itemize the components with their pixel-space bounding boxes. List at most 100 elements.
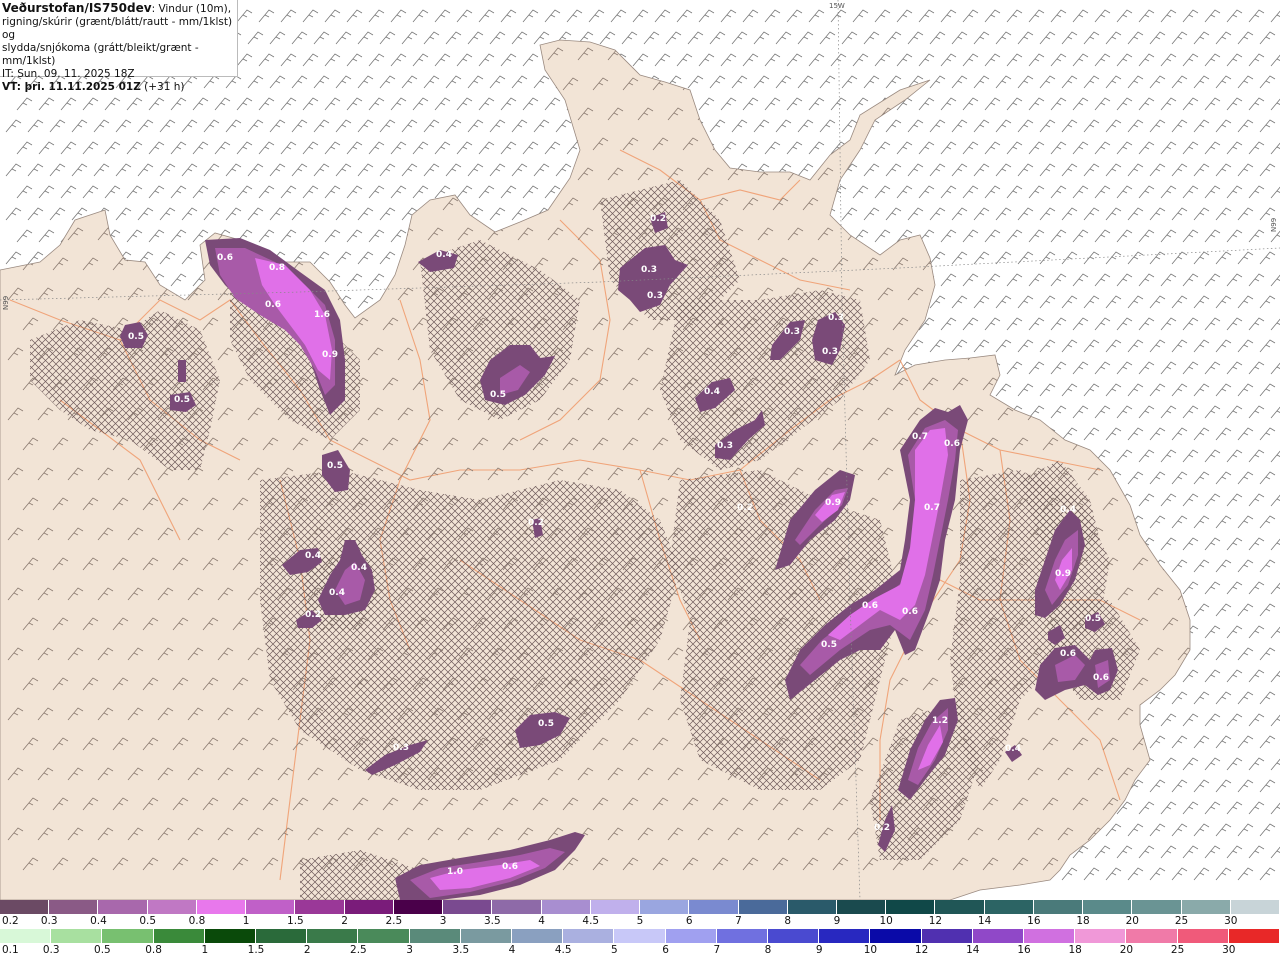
legend-swatch [921, 929, 973, 943]
legend-swatch [1132, 900, 1182, 914]
model-title: Veðurstofan/IS750dev [2, 1, 152, 15]
precip-value-label: 0.6 [502, 862, 518, 872]
weather-map: 0.6 0.8 0.6 1.6 0.9 0.5 0.5 0.4 0.2 0.3 0.3 0.5 0.3 0… [0, 0, 1280, 900]
precip-value-label: 0.9 [825, 498, 841, 508]
legend-swatch [819, 929, 871, 943]
legend-swatch [886, 900, 936, 914]
legend-label: 12 [914, 944, 929, 956]
precip-value-label: 0.4 [329, 588, 345, 598]
legend-swatch [716, 929, 769, 943]
legend-label: 6 [662, 944, 669, 956]
precip-value-label: 1.0 [447, 867, 463, 877]
legend-label: 4.5 [582, 915, 600, 927]
legend-label: 18 [1076, 915, 1090, 927]
legend-swatch [102, 929, 154, 943]
precip-value-label: 1.6 [314, 310, 330, 320]
legend-label: 20 [1125, 915, 1139, 927]
legend-label: 14 [977, 915, 992, 927]
legend-swatch [541, 900, 591, 914]
legend-swatch [590, 900, 641, 914]
legend-swatch [295, 900, 345, 914]
legend-label: 30 [1222, 944, 1236, 956]
legend-swatch [246, 900, 296, 914]
legend-label: 1.5 [287, 915, 304, 927]
legend-swatch [738, 900, 788, 914]
legend-label: 6 [685, 915, 693, 927]
legend-label: 2.5 [350, 944, 367, 956]
legend-label: 3.5 [452, 944, 470, 956]
legend-swatch [1024, 929, 1076, 943]
precip-value-label: 0.6 [1093, 673, 1109, 683]
precip-value-label: 0.6 [1060, 649, 1076, 659]
precip-value-label: 0.3 [822, 347, 838, 357]
precip-value-label: 0.3 [828, 313, 844, 323]
valid-label: VT: [2, 81, 21, 93]
precip-value-label: 0.3 [717, 441, 733, 451]
legend-label: 30 [1224, 915, 1238, 927]
legend-label: 0.1 [2, 944, 19, 956]
legend-swatch [836, 900, 887, 914]
legend-label: 4.5 [554, 944, 572, 956]
legend-swatch [1228, 929, 1280, 943]
precip-value-label: 0.6 [265, 300, 281, 310]
legend-swatch [492, 900, 542, 914]
legend-rain-swatches [0, 929, 1280, 943]
legend-swatch [307, 929, 359, 943]
legend-label: 3 [406, 944, 413, 956]
legend-swatch [512, 929, 564, 943]
legend-label: 1.5 [247, 944, 265, 956]
legend-rain: 0.1 0.3 0.5 0.8 1 1.5 2 2.5 3 3.5 4 4.5 5 6 7 8 9 10 12 14 1… [0, 929, 1280, 957]
legend-label: 25 [1170, 944, 1185, 956]
legend-label: 7 [713, 944, 721, 956]
legend-swatch [153, 929, 205, 943]
legend-swatch [665, 929, 717, 943]
legend-label: 1 [201, 944, 209, 956]
lead-time: (+31 h) [140, 81, 185, 93]
precip-value-label: 0.3 [641, 265, 657, 275]
legend-swatch [98, 900, 148, 914]
legend-swatch [49, 900, 99, 914]
legend-swatch [614, 929, 666, 943]
legend-label: 10 [879, 915, 893, 927]
legend-label: 3.5 [483, 915, 501, 927]
legend-swatch [358, 929, 410, 943]
legend-label: 0.8 [188, 915, 206, 927]
legend-swatch [147, 900, 197, 914]
legend-snow: 0.2 0.3 0.4 0.5 0.8 1 1.5 2 2.5 3 3.5 4 4.5 5 6 7 8 9 10 12… [0, 900, 1280, 928]
legend-swatch [460, 929, 513, 943]
legend-swatch [768, 929, 820, 943]
legend-label: 20 [1119, 944, 1134, 956]
precip-value-label: 0.6 [902, 607, 918, 617]
legend-swatch [393, 900, 444, 914]
legend-label: 5 [611, 944, 618, 956]
legend-swatch [563, 929, 615, 943]
precip-value-label: 0.4 [704, 387, 720, 397]
legend-swatch [787, 900, 837, 914]
precip-value-label: 0.5 [1085, 614, 1101, 624]
precip-value-label: 0.2 [874, 823, 890, 833]
map-info-box: Veðurstofan/IS750dev: Vindur (10m), rign… [0, 0, 238, 93]
precip-value-label: 1.2 [932, 716, 948, 726]
precip-value-label: 0.3 [784, 327, 800, 337]
legend-label: 5 [636, 915, 644, 927]
valid-time: þri. 11.11.2025 01Z [20, 81, 141, 93]
legend-label: 0.3 [42, 944, 60, 956]
precip-value-label: 0.6 [862, 601, 878, 611]
legend-label: 7 [735, 915, 742, 927]
precip-value-label: 0.8 [269, 263, 285, 273]
legend-swatch [51, 929, 103, 943]
precip-value-label: 0.5 [490, 390, 506, 400]
legend-label: 2.5 [385, 915, 403, 927]
legend-swatch [409, 929, 461, 943]
legend-label: 2 [341, 915, 348, 927]
legend-swatch [204, 929, 257, 943]
legend-label: 14 [966, 944, 980, 956]
legend-swatch [344, 900, 394, 914]
legend-label: 8 [764, 944, 772, 956]
legend-label: 9 [833, 915, 841, 927]
precip-value-label: 0.6 [944, 439, 960, 449]
legend-label: 0.2 [2, 915, 19, 927]
lat-label-right: N99 [1270, 218, 1278, 232]
title-rest: : Vindur (10m), [151, 3, 232, 15]
legend-swatch [1033, 900, 1084, 914]
